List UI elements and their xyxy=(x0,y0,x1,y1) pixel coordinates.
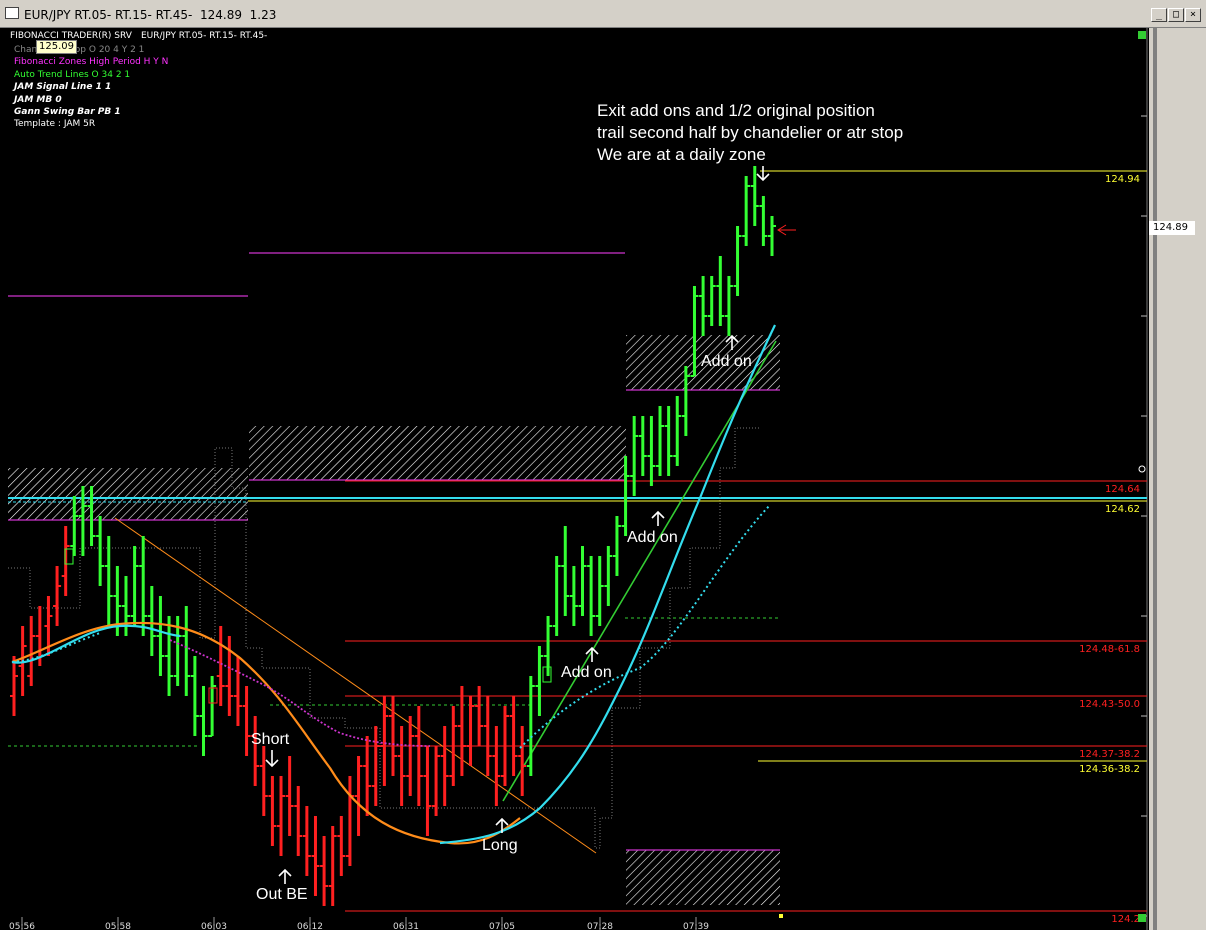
out-be-label: Out BE xyxy=(256,886,308,903)
minimize-button[interactable]: _ xyxy=(1151,8,1167,22)
level-label: 124.43-50.0 xyxy=(1079,699,1140,710)
fib-zone-middle xyxy=(249,426,626,480)
level-label: 124.37-38.2 xyxy=(1079,749,1140,760)
maximize-button[interactable]: □ xyxy=(1168,8,1184,22)
x-tick-label: 07:28 xyxy=(587,922,613,930)
x-tick-label: 05:58 xyxy=(105,922,131,930)
last-price-box: 125.09 xyxy=(36,40,77,54)
indicator-legend-item: Gann Swing Bar PB 1 xyxy=(14,107,121,117)
level-label: 124.36-38.2 xyxy=(1079,764,1140,775)
window-right-frame xyxy=(1149,28,1206,930)
indicator-legend-item: Auto Trend Lines O 34 2 1 xyxy=(14,69,131,80)
x-tick-label: 06:31 xyxy=(393,922,419,930)
exit-note-line-3: We are at a daily zone xyxy=(597,145,766,164)
exit-note-line-2: trail second half by chandelier or atr s… xyxy=(597,123,904,142)
symbol-label: EUR/JPY RT.05- RT.15- RT.45- xyxy=(141,31,268,41)
level-label: 124.94 xyxy=(1105,174,1140,185)
add-on-label-3: Add on xyxy=(701,353,752,370)
level-label: 124.64 xyxy=(1105,484,1140,495)
indicator-legend-item: JAM MB 0 xyxy=(14,94,62,105)
fib-zone-left xyxy=(8,468,248,520)
x-tick-label: 05:56 xyxy=(9,922,35,930)
price-chart[interactable]: 124.20124.30124.40124.50124.60124.70124.… xyxy=(0,28,1149,930)
scroll-marker-top[interactable] xyxy=(1138,31,1146,39)
indicator-legend-item: Fibonacci Zones High Period H Y N xyxy=(14,57,169,68)
long-label: Long xyxy=(482,837,518,854)
indicator-legend-item: JAM Signal Line 1 1 xyxy=(14,82,112,93)
time-marker xyxy=(779,914,783,918)
level-label: 124.62 xyxy=(1105,504,1140,515)
exit-note: Exit add ons and 1/2 original position t… xyxy=(597,100,903,166)
add-on-label-1: Add on xyxy=(561,664,612,681)
chart-app-icon xyxy=(5,7,19,19)
exit-note-line-1: Exit add ons and 1/2 original position xyxy=(597,101,875,120)
window-title: EUR/JPY RT.05- RT.15- RT.45- 124.89 1.23 xyxy=(24,8,277,22)
fib-zone-lower xyxy=(626,850,780,905)
level-label: 124.48-61.8 xyxy=(1079,644,1140,655)
close-button[interactable]: × xyxy=(1185,8,1201,22)
x-tick-label: 07:05 xyxy=(489,922,515,930)
add-on-label-2: Add on xyxy=(627,529,678,546)
frame-bevel xyxy=(1153,28,1157,930)
short-label: Short xyxy=(251,731,290,748)
x-tick-label: 06:12 xyxy=(297,922,323,930)
current-price-box: 124.89 xyxy=(1149,221,1195,235)
indicator-legend-item: Chandelier Stop O 20 4 Y 2 1 xyxy=(14,45,145,55)
window-titlebar: EUR/JPY RT.05- RT.15- RT.45- 124.89 1.23… xyxy=(0,0,1206,28)
indicator-legend-item: Template : JAM 5R xyxy=(14,119,96,130)
x-tick-label: 06:03 xyxy=(201,922,227,930)
level-label: 124.2 xyxy=(1111,914,1140,925)
scroll-marker-bottom[interactable] xyxy=(1138,914,1146,922)
x-tick-label: 07:39 xyxy=(683,922,709,930)
